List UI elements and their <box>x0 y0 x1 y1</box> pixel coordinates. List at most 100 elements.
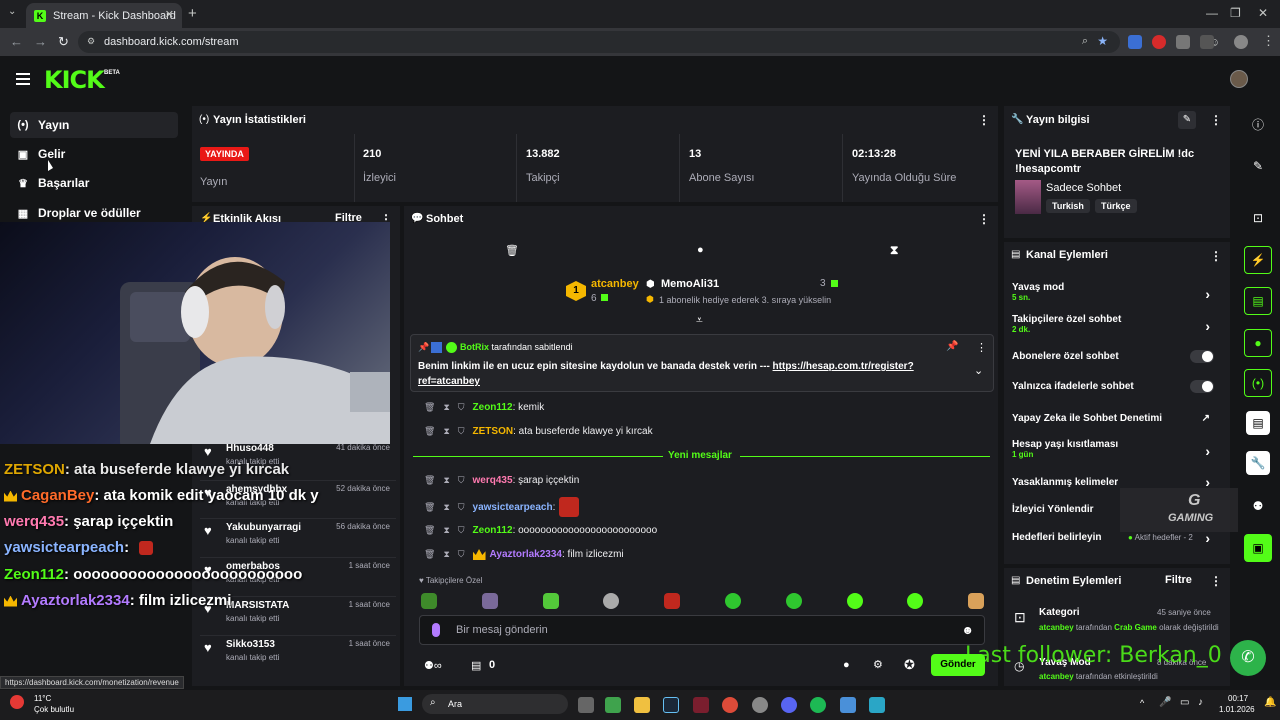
ban-icon[interactable]: ⛉ <box>458 525 465 536</box>
focus-icon[interactable]: ⊡ <box>1244 204 1272 232</box>
category-name[interactable]: Sadece Sohbet <box>1046 182 1121 194</box>
channel-actions-menu-icon[interactable]: ⋮ <box>1210 249 1222 263</box>
chat-menu-icon[interactable]: ⋮ <box>978 212 990 226</box>
app-icon[interactable] <box>869 697 885 713</box>
chat-username[interactable]: ZETSON <box>473 426 514 437</box>
broadcast-rail-icon[interactable]: (•) <box>1244 369 1272 397</box>
mod-filter-button[interactable]: Filtre <box>1165 574 1192 586</box>
channel-row-ai-moderation[interactable]: Yapay Zeka ile Sohbet Denetimi ↗ <box>1012 413 1224 424</box>
activity-user[interactable]: Yakubunyarragi <box>226 522 301 533</box>
close-window-icon[interactable]: ✕ <box>1258 6 1268 20</box>
emote-icon[interactable] <box>968 593 984 609</box>
emote-icon[interactable] <box>543 593 559 609</box>
store-icon[interactable]: ▤ <box>471 659 481 672</box>
pinned-by[interactable]: BotRix <box>460 342 489 352</box>
extension-translate-icon[interactable] <box>1128 35 1142 49</box>
menu-dots-icon[interactable]: ⋮ <box>1262 33 1275 49</box>
extension-record-icon[interactable] <box>1152 35 1166 49</box>
chrome-icon[interactable] <box>722 697 738 713</box>
points-icon[interactable]: ⚉∞ <box>424 659 442 672</box>
emote-icon[interactable] <box>482 593 498 609</box>
timeout-icon[interactable]: ⧗ <box>443 426 449 437</box>
extension-shield-icon[interactable] <box>1176 35 1190 49</box>
timeout-icon[interactable]: ⧗ <box>443 502 449 513</box>
file-explorer-icon[interactable] <box>634 697 650 713</box>
delete-icon[interactable]: 🗑 <box>424 549 435 560</box>
activity-user[interactable]: MARSISTATA <box>226 600 289 611</box>
tab-kick-dashboard[interactable]: K Stream - Kick Dashboard ✕ <box>26 3 182 28</box>
kick-rail-icon[interactable]: ▣ <box>1244 534 1272 562</box>
zoom-icon[interactable]: ⌕ <box>1082 35 1088 48</box>
site-info-icon[interactable]: ⚙ <box>87 36 95 47</box>
settings-gear-icon[interactable]: ⚙ <box>873 658 883 671</box>
back-icon[interactable]: ← <box>10 34 23 49</box>
timeout-icon[interactable]: ⧗ <box>443 549 449 560</box>
reload-icon[interactable]: ↻ <box>58 34 69 50</box>
task-view-icon[interactable] <box>578 697 594 713</box>
app-icon[interactable] <box>693 697 709 713</box>
tag-turkish[interactable]: Turkish <box>1046 199 1090 213</box>
ban-icon[interactable]: ⛉ <box>458 426 465 437</box>
chat-input[interactable]: Bir mesaj gönderin ☻ <box>419 615 985 645</box>
clock-time[interactable]: 00:17 <box>1228 694 1248 703</box>
emote-icon[interactable] <box>421 593 437 609</box>
taskbar-search[interactable]: ⌕ Ara <box>422 694 568 714</box>
discord-icon[interactable] <box>781 697 797 713</box>
emote-icon[interactable] <box>725 593 741 609</box>
chat-tab-icon[interactable]: ● <box>697 244 704 256</box>
new-tab-icon[interactable]: + <box>188 5 197 22</box>
emote-only-toggle[interactable] <box>1190 380 1214 393</box>
wrench-rail-icon[interactable]: 🔧 <box>1246 451 1270 475</box>
delete-icon[interactable]: 🗑 <box>424 502 435 513</box>
tray-chevron-icon[interactable]: ^ <box>1140 698 1144 708</box>
chat-rail-icon[interactable]: ● <box>1244 329 1272 357</box>
sidebar-item-gelir[interactable]: ▣ Gelir <box>10 141 178 167</box>
emote-icon[interactable] <box>664 593 680 609</box>
tab-list-icon[interactable]: ⌄ <box>8 6 16 17</box>
minecraft-icon[interactable] <box>605 697 621 713</box>
steam-icon[interactable] <box>663 697 679 713</box>
unpin-icon[interactable]: 📌 <box>946 341 958 352</box>
delete-icon[interactable]: 🗑 <box>424 402 435 413</box>
app-icon[interactable] <box>840 697 856 713</box>
emote-icon[interactable] <box>603 593 619 609</box>
sidebar-item-yayin[interactable]: (•) Yayın <box>10 112 178 138</box>
ban-icon[interactable]: ⛉ <box>458 475 465 486</box>
weather-temp[interactable]: 11°C <box>34 694 51 703</box>
bookmark-star-icon[interactable]: ★ <box>1097 34 1108 48</box>
moderation-rail-icon[interactable]: ▤ <box>1246 411 1270 435</box>
mod-actor[interactable]: atcanbey <box>1039 623 1074 632</box>
timeout-icon[interactable]: ⧗ <box>443 475 449 486</box>
emoji-icon[interactable]: ☻ <box>961 623 974 637</box>
channel-row-slow-mode[interactable]: Yavaş mod 5 sn. › <box>1012 282 1224 302</box>
stats-menu-icon[interactable]: ⋮ <box>978 113 990 127</box>
address-bar[interactable]: ⚙ dashboard.kick.com/stream ⌕ ★ <box>78 31 1120 53</box>
lightning-rail-icon[interactable]: ⚡ <box>1244 246 1272 274</box>
chat-username[interactable]: Zeon112 <box>473 525 513 536</box>
stream-info-menu-icon[interactable]: ⋮ <box>1210 113 1222 127</box>
clock-date[interactable]: 1.01.2026 <box>1219 705 1255 714</box>
channel-row-banned-words[interactable]: Yasaklanmış kelimeler › <box>1012 474 1224 490</box>
windows-start-icon[interactable] <box>398 697 412 711</box>
channel-row-followers-only[interactable]: Takipçilere özel sohbet 2 dk. › <box>1012 314 1224 334</box>
document-icon[interactable]: ▤ <box>1244 287 1272 315</box>
weather-icon[interactable] <box>10 695 24 709</box>
hamburger-menu-icon[interactable] <box>16 73 30 88</box>
maximize-icon[interactable]: ❐ <box>1230 6 1241 20</box>
forward-icon[interactable]: → <box>34 34 47 49</box>
browser-avatar[interactable] <box>1234 35 1248 49</box>
ban-icon[interactable]: ⛉ <box>458 502 465 513</box>
chat-username[interactable]: Zeon112 <box>473 402 513 413</box>
emote-icon[interactable] <box>907 593 923 609</box>
network-icon[interactable]: ▭ <box>1180 697 1189 708</box>
extensions-puzzle-icon[interactable] <box>1200 35 1214 49</box>
mod-shield-icon[interactable]: ✪ <box>904 657 915 673</box>
microphone-icon[interactable] <box>432 623 440 637</box>
notification-bell-icon[interactable]: 🔔 <box>1264 697 1276 708</box>
channel-row-goals[interactable]: Hedefleri belirleyin ● Aktif hedefler - … <box>1012 530 1224 546</box>
hourglass-tab-icon[interactable]: ⧗ <box>890 243 898 258</box>
weather-desc[interactable]: Çok bulutlu <box>34 705 74 714</box>
chat-bubble-small-icon[interactable]: ● <box>843 659 850 671</box>
chat-username[interactable]: yawsictearpeach <box>473 502 553 513</box>
mod-actions-menu-icon[interactable]: ⋮ <box>1210 574 1222 588</box>
